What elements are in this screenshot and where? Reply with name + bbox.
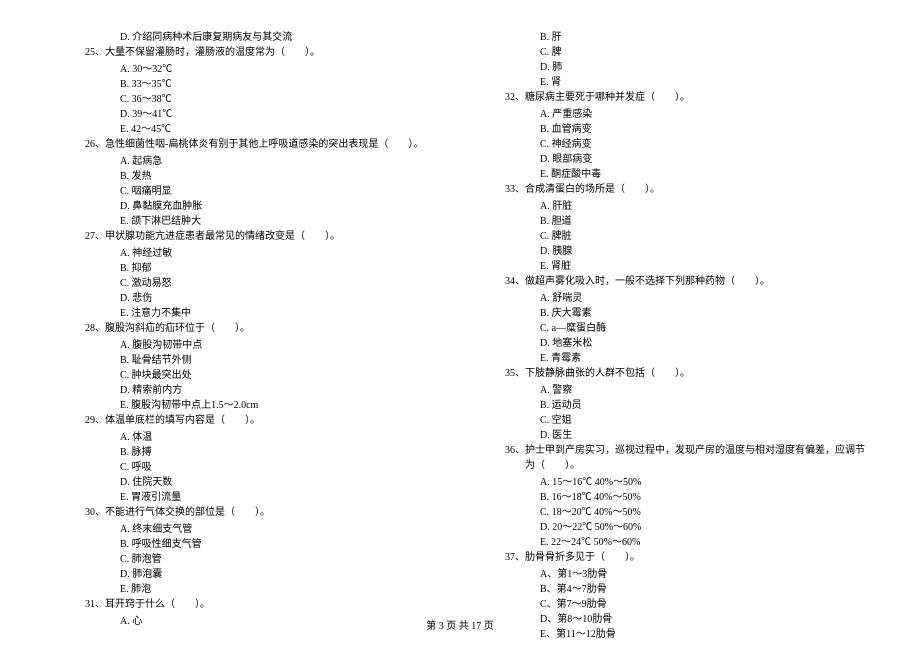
option-item: E. 肺泡 [50,582,450,597]
option-item: B. 肝 [470,30,870,45]
option-item: D. 39～41℃ [50,107,450,122]
left-column: D. 介绍同病种术后康复期病友与其交流25、大量不保留灌肠时，灌肠液的温度常为（… [40,30,460,610]
option-item: C. 肿块最突出处 [50,368,450,383]
option-item: C. 18～20℃ 40%～50% [470,505,870,520]
question-text: 36、护士甲到产房实习，巡视过程中，发现产房的温度与相对湿度有偏差，应调节为（ … [470,443,870,473]
question-item: 27、甲状腺功能亢进症患者最常见的情绪改变是（ ）。 [50,229,450,244]
option-item: A. 15～16℃ 40%～50% [470,475,870,490]
option-item: D. 介绍同病种术后康复期病友与其交流 [50,30,450,45]
question-item: 25、大量不保留灌肠时，灌肠液的温度常为（ ）。 [50,45,450,60]
question-text: 28、腹股沟斜疝的疝环位于（ ）。 [50,321,450,336]
page-container: D. 介绍同病种术后康复期病友与其交流25、大量不保留灌肠时，灌肠液的温度常为（… [0,0,920,610]
option-item: B. 抑郁 [50,261,450,276]
option-item: B. 耻骨结节外侧 [50,353,450,368]
option-item: D. 肺泡囊 [50,567,450,582]
question-item: 36、护士甲到产房实习，巡视过程中，发现产房的温度与相对湿度有偏差，应调节为（ … [470,443,870,473]
question-text: 26、急性细菌性咽-扁桃体炎有别于其他上呼吸道感染的突出表现是（ ）。 [50,137,450,152]
option-item: D. 精索前内方 [50,383,450,398]
option-item: C. 脾 [470,45,870,60]
option-item: E. 颌下淋巴结肿大 [50,214,450,229]
option-item: C、第7～9肋骨 [470,597,870,612]
option-item: A. 30～32℃ [50,62,450,77]
question-text: 33、合成清蛋白的场所是（ ）。 [470,182,870,197]
question-item: 32、糖尿病主要死于哪种并发症（ ）。 [470,90,870,105]
question-item: 28、腹股沟斜疝的疝环位于（ ）。 [50,321,450,336]
option-item: B. 血管病变 [470,122,870,137]
option-item: B. 16～18℃ 40%～50% [470,490,870,505]
question-item: 37、肋骨骨折多见于（ ）。 [470,550,870,565]
option-item: E. 腹股沟韧带中点上1.5～2.0cm [50,398,450,413]
option-item: D. 悲伤 [50,291,450,306]
question-text: 25、大量不保留灌肠时，灌肠液的温度常为（ ）。 [50,45,450,60]
option-item: A. 腹股沟韧带中点 [50,338,450,353]
option-item: C. 神经病变 [470,137,870,152]
option-item: A. 舒喘灵 [470,291,870,306]
option-item: E. 胃液引流量 [50,490,450,505]
question-text: 32、糖尿病主要死于哪种并发症（ ）。 [470,90,870,105]
question-item: 34、做超声雾化吸入时，一般不选择下列那种药物（ ）。 [470,274,870,289]
question-text: 35、下肢静脉曲张的人群不包括（ ）。 [470,366,870,381]
option-item: E. 肾 [470,75,870,90]
option-item: E. 42～45℃ [50,122,450,137]
option-item: B. 运动员 [470,398,870,413]
question-item: 30、不能进行气体交换的部位是（ ）。 [50,505,450,520]
option-item: C. 脾脏 [470,229,870,244]
question-item: 29、体温单底栏的填写内容是（ ）。 [50,413,450,428]
option-item: E. 22～24℃ 50%～60% [470,535,870,550]
option-item: D. 地塞米松 [470,336,870,351]
question-text: 27、甲状腺功能亢进症患者最常见的情绪改变是（ ）。 [50,229,450,244]
option-item: C. 激动易怒 [50,276,450,291]
question-item: 33、合成清蛋白的场所是（ ）。 [470,182,870,197]
option-item: C. a—糜蛋白酶 [470,321,870,336]
option-item: B. 33～35℃ [50,77,450,92]
question-item: 26、急性细菌性咽-扁桃体炎有别于其他上呼吸道感染的突出表现是（ ）。 [50,137,450,152]
option-item: C. 空姐 [470,413,870,428]
option-item: C. 咽痛明显 [50,184,450,199]
option-item: E. 酮症酸中毒 [470,167,870,182]
option-item: A. 神经过敏 [50,246,450,261]
option-item: B. 发热 [50,169,450,184]
option-item: B. 呼吸性细支气管 [50,537,450,552]
option-item: D. 眼部病变 [470,152,870,167]
question-text: 29、体温单底栏的填写内容是（ ）。 [50,413,450,428]
question-text: 34、做超声雾化吸入时，一般不选择下列那种药物（ ）。 [470,274,870,289]
option-item: A. 起病急 [50,154,450,169]
option-item: B、第4～7肋骨 [470,582,870,597]
option-item: E. 注意力不集中 [50,306,450,321]
question-item: 35、下肢静脉曲张的人群不包括（ ）。 [470,366,870,381]
option-item: C. 肺泡管 [50,552,450,567]
option-item: D. 鼻黏膜充血肿胀 [50,199,450,214]
option-item: A. 终末细支气管 [50,522,450,537]
option-item: D. 20～22℃ 50%～60% [470,520,870,535]
question-text: 30、不能进行气体交换的部位是（ ）。 [50,505,450,520]
right-column: B. 肝C. 脾D. 肺E. 肾32、糖尿病主要死于哪种并发症（ ）。 A. 严重… [460,30,880,610]
option-item: C. 36～38℃ [50,92,450,107]
option-item: E. 青霉素 [470,351,870,366]
option-item: B. 胆道 [470,214,870,229]
question-text: 31、耳开窍于什么（ ）。 [50,597,450,612]
option-item: C. 呼吸 [50,460,450,475]
option-item: A、第1～3肋骨 [470,567,870,582]
option-item: D. 胰腺 [470,244,870,259]
option-item: A. 体温 [50,430,450,445]
option-item: E. 肾脏 [470,259,870,274]
option-item: B. 庆大霉素 [470,306,870,321]
option-item: A. 警察 [470,383,870,398]
question-text: 37、肋骨骨折多见于（ ）。 [470,550,870,565]
option-item: A. 肝脏 [470,199,870,214]
page-footer: 第 3 页 共 17 页 [0,617,920,632]
question-item: 31、耳开窍于什么（ ）。 [50,597,450,612]
option-item: D. 住院天数 [50,475,450,490]
option-item: A. 严重感染 [470,107,870,122]
option-item: D. 肺 [470,60,870,75]
option-item: B. 脉搏 [50,445,450,460]
option-item: D. 医生 [470,428,870,443]
